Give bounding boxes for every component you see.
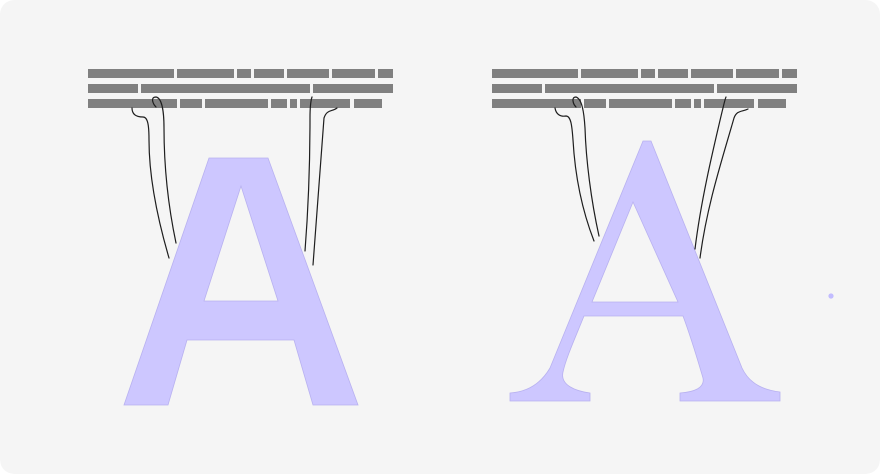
text-placeholder-bar [581,69,638,78]
text-placeholder-bar [177,69,234,78]
text-placeholder-bar [609,99,672,108]
text-placeholder-bar [88,69,174,78]
text-placeholder-bar [675,99,691,108]
text-placeholder-bar [88,99,177,108]
text-placeholder-bar [354,99,382,108]
text-placeholder-bar [332,69,375,78]
text-placeholder-bar [694,99,701,108]
text-placeholder-bar [492,99,581,108]
text-placeholder-bar [141,84,310,93]
text-placeholder-bar [492,69,578,78]
text-placeholder-bar [237,69,251,78]
text-placeholder-bar [287,69,329,78]
text-placeholder-bar [704,99,754,108]
text-placeholder-block [88,69,393,108]
text-placeholder-bar [545,84,714,93]
text-placeholder-bar [254,69,284,78]
text-placeholder-bar [658,69,688,78]
text-placeholder-bar [300,99,350,108]
text-placeholder-bar [313,84,393,93]
text-placeholder-bar [290,99,297,108]
text-placeholder-bar [378,69,393,78]
text-placeholder-bar [492,84,542,93]
dot-icon [828,293,834,299]
text-placeholder-bar [736,69,779,78]
text-placeholder-block [492,69,797,108]
text-placeholder-bar [717,84,797,93]
text-placeholder-bar [584,99,606,108]
text-placeholder-bar [205,99,268,108]
text-placeholder-bar [88,84,138,93]
text-placeholder-bar [691,69,733,78]
text-placeholder-bar [641,69,655,78]
text-placeholder-bar [180,99,202,108]
text-placeholder-bar [271,99,287,108]
illustration-canvas [0,0,880,474]
illustration-card [0,0,880,474]
text-placeholder-bar [782,69,797,78]
text-placeholder-bar [758,99,786,108]
